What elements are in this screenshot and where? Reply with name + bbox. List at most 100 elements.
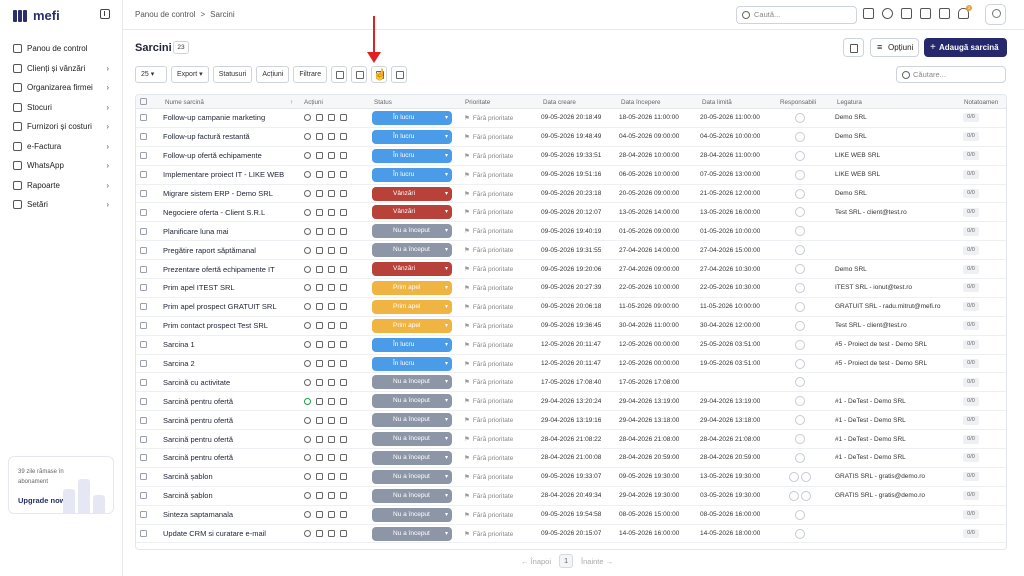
complete-icon[interactable] — [328, 360, 335, 368]
status-select[interactable]: Nu a început — [372, 224, 452, 239]
assign-user-icon[interactable] — [789, 490, 799, 501]
edit-icon[interactable] — [316, 208, 323, 216]
row-checkbox[interactable] — [140, 378, 147, 386]
edit-icon[interactable] — [316, 303, 323, 311]
header-created[interactable]: Data creare — [543, 99, 576, 106]
row-checkbox[interactable] — [140, 284, 147, 292]
status-select[interactable]: Vânzări — [372, 205, 452, 220]
chevron-right-icon[interactable]: › — [106, 142, 109, 151]
delete-icon[interactable] — [340, 492, 347, 500]
sidebar-item-2[interactable]: Organizarea firmei › — [8, 78, 116, 98]
table-row[interactable]: Prim apel prospect GRATUIT SRL Prim apel F… — [136, 298, 1006, 317]
avatar[interactable] — [985, 4, 1006, 25]
task-name[interactable]: Prim contact prospect Test SRL — [163, 321, 303, 330]
row-checkbox[interactable] — [140, 492, 147, 500]
clock-icon[interactable] — [304, 171, 311, 179]
table-row[interactable]: Planificare luna mai Nu a început Fără pri… — [136, 222, 1006, 242]
status-select[interactable]: Prim apel — [372, 318, 452, 333]
sort-asc-icon[interactable]: ↑ — [290, 99, 293, 106]
complete-icon[interactable] — [328, 190, 335, 197]
table-row[interactable]: Sarcină șablon Nu a început Fără prioritat… — [136, 468, 1006, 487]
task-name[interactable]: Sarcină pentru ofertă — [163, 453, 303, 462]
assign-user-icon[interactable] — [795, 301, 805, 312]
status-select[interactable]: În lucru — [372, 167, 452, 182]
sidebar-item-1[interactable]: Clienți și vânzări › — [8, 59, 116, 79]
delete-icon[interactable] — [340, 246, 347, 254]
assign-user-icon[interactable] — [795, 320, 805, 331]
assign-user-icon[interactable] — [795, 434, 805, 445]
refresh-icon[interactable] — [391, 66, 408, 83]
edit-icon[interactable] — [316, 492, 323, 500]
delete-icon[interactable] — [340, 227, 347, 235]
sidebar-item-7[interactable]: Rapoarte › — [8, 176, 116, 196]
columns-icon[interactable] — [331, 66, 348, 83]
delete-icon[interactable] — [340, 171, 347, 179]
row-checkbox[interactable] — [140, 246, 147, 254]
filters-button[interactable]: Filtrare — [293, 66, 328, 83]
clock-icon[interactable] — [304, 378, 311, 386]
table-search-input[interactable]: Căutare... — [896, 66, 1006, 83]
assign-user-icon[interactable] — [795, 528, 805, 539]
assign-user-icon[interactable] — [795, 358, 805, 369]
table-row[interactable]: Prim contact prospect Test SRL Prim apel F… — [136, 317, 1006, 336]
table-row[interactable]: Sarcină șablon Nu a început Fără prioritat… — [136, 487, 1006, 506]
delete-icon[interactable] — [340, 416, 347, 424]
link-value[interactable]: LIKE WEB SRL — [835, 171, 955, 178]
edit-icon[interactable] — [316, 435, 323, 443]
link-value[interactable]: GRATUIT SRL - radu.mitrut@mefi.ro — [835, 303, 955, 310]
chevron-right-icon[interactable]: › — [106, 83, 109, 92]
task-name[interactable]: Sarcină pentru ofertă — [163, 435, 303, 444]
chevron-right-icon[interactable]: › — [106, 181, 109, 190]
brand-logo[interactable]: mefi — [13, 8, 60, 23]
table-row[interactable]: Sarcină pentru ofertă Nu a început Fără pr… — [136, 430, 1006, 450]
link-value[interactable]: #1 - DeTest - Demo SRL — [835, 398, 955, 405]
complete-icon[interactable] — [328, 341, 335, 349]
table-row[interactable]: Sarcină pentru ofertă Nu a început Fără pr… — [136, 411, 1006, 431]
link-value[interactable]: Demo SRL — [835, 266, 955, 273]
add-task-button[interactable]: Adaugă sarcină — [924, 38, 1007, 57]
status-select[interactable]: În lucru — [372, 110, 452, 125]
row-checkbox[interactable] — [140, 265, 147, 273]
task-name[interactable]: Follow-up ofertă echipamente — [163, 151, 303, 160]
complete-icon[interactable] — [328, 397, 335, 405]
edit-icon[interactable] — [316, 133, 323, 141]
status-select[interactable]: Nu a început — [372, 526, 452, 541]
row-checkbox[interactable] — [140, 530, 147, 538]
sidebar-item-0[interactable]: Panou de control — [8, 39, 116, 59]
edit-icon[interactable] — [316, 152, 323, 160]
delete-icon[interactable] — [340, 322, 347, 330]
complete-icon[interactable] — [328, 492, 335, 500]
status-select[interactable]: Prim apel — [372, 280, 452, 295]
delete-icon[interactable] — [340, 152, 347, 160]
link-value[interactable]: Demo SRL — [835, 114, 955, 121]
row-checkbox[interactable] — [140, 397, 147, 405]
assign-user-icon[interactable] — [795, 509, 805, 520]
complete-icon[interactable] — [328, 227, 335, 235]
task-name[interactable]: Sinteza saptamanala — [163, 510, 303, 519]
prev-page-button[interactable]: ← Înapoi — [521, 557, 551, 566]
complete-icon[interactable] — [328, 473, 335, 481]
task-name[interactable]: Follow-up factură restantă — [163, 132, 303, 141]
task-name[interactable]: Migrare sistem ERP - Demo SRL — [163, 189, 303, 198]
delete-icon[interactable] — [340, 114, 347, 122]
table-row[interactable]: Sarcina 2 În lucru Fără prioritate 12-05-20… — [136, 355, 1006, 374]
assign-user-icon[interactable] — [795, 226, 805, 237]
row-checkbox[interactable] — [140, 208, 147, 216]
table-row[interactable]: Follow-up campanie marketing În lucru Fără… — [136, 109, 1006, 128]
table-row[interactable]: Follow-up factură restantă În lucru Fără p… — [136, 128, 1006, 147]
delete-icon[interactable] — [340, 265, 347, 273]
delete-icon[interactable] — [340, 284, 347, 292]
edit-icon[interactable] — [316, 530, 323, 538]
next-page-button[interactable]: Înainte → — [581, 557, 613, 566]
delete-icon[interactable] — [340, 435, 347, 443]
assign-user-icon[interactable] — [795, 264, 805, 275]
assign-user-icon[interactable] — [795, 377, 805, 388]
edit-icon[interactable] — [316, 378, 323, 386]
table-row[interactable]: Negociere oferta - Client S.R.L Vânzări Fă… — [136, 203, 1006, 223]
delete-icon[interactable] — [340, 360, 347, 368]
edit-icon[interactable] — [316, 284, 323, 292]
clock-icon[interactable] — [304, 246, 311, 254]
row-checkbox[interactable] — [140, 341, 147, 349]
task-name[interactable]: Sarcina 1 — [163, 340, 303, 349]
complete-icon[interactable] — [328, 133, 335, 141]
